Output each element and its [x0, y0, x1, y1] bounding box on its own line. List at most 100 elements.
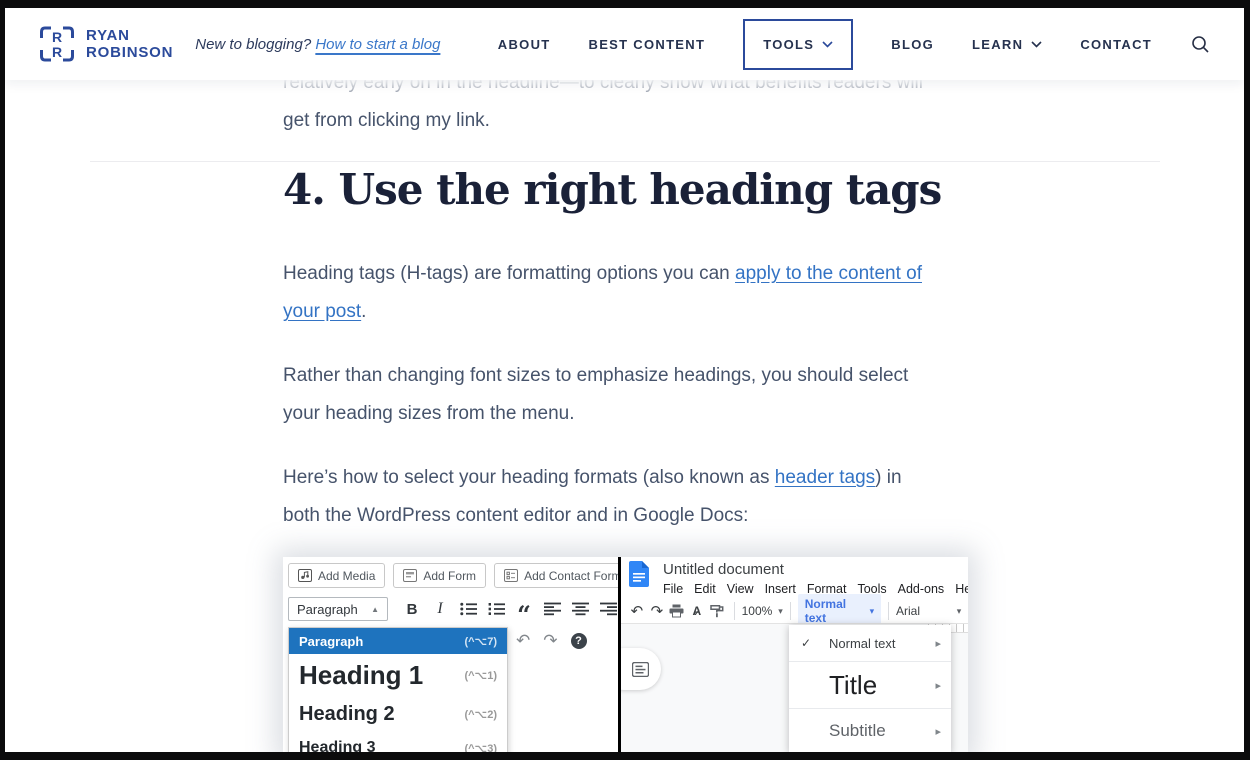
search-icon	[1190, 34, 1210, 54]
text: Here’s how to select your heading format…	[283, 467, 775, 488]
nav-item-blog[interactable]: BLOG	[891, 37, 934, 52]
tagline: New to blogging? How to start a blog	[195, 36, 440, 53]
chevron-down-icon	[1031, 41, 1042, 48]
style-item-title: Title ▸	[789, 662, 951, 708]
toolbar-separator	[790, 602, 791, 620]
menu-addons: Add-ons	[898, 582, 945, 596]
add-form-button: Add Form	[393, 563, 486, 588]
numbered-list-icon	[482, 597, 510, 621]
toolbar-separator	[888, 602, 889, 620]
paragraph-line: your post.	[283, 293, 1003, 331]
item-label: Heading 1	[299, 660, 423, 691]
docs-toolbar: ↶ ↷ A✓ 100% ▾ Norma	[627, 599, 968, 623]
select-value: Paragraph	[297, 602, 358, 617]
media-icon	[298, 569, 312, 582]
paragraph-3: Here’s how to select your heading format…	[283, 459, 1003, 535]
section-heading: 4. Use the right heading tags	[283, 160, 1183, 220]
text: .	[361, 301, 366, 322]
style-item-subtitle: Subtitle ▸	[789, 709, 951, 752]
header-tags-link[interactable]: header tags	[775, 467, 875, 488]
nav-item-learn[interactable]: LEARN	[972, 37, 1042, 52]
zoom-select: 100% ▾	[742, 604, 783, 618]
chevron-down-icon	[822, 41, 833, 48]
logo-wordmark: RYAN ROBINSON	[86, 27, 173, 62]
submenu-arrow-icon: ▸	[935, 637, 941, 650]
main-nav: ABOUT BEST CONTENT TOOLS BLOG LEARN CO	[498, 19, 1152, 70]
dropdown-item-heading2: Heading 2 (^⌥2)	[289, 696, 507, 732]
font-value: Arial	[896, 604, 920, 618]
site-header: R R RYAN ROBINSON New to blogging? How t…	[5, 8, 1244, 80]
browser-frame: R R RYAN ROBINSON New to blogging? How t…	[0, 0, 1250, 760]
item-shortcut: (^⌥3)	[464, 742, 497, 753]
spellcheck-icon: A✓	[687, 604, 707, 618]
zoom-value: 100%	[742, 604, 773, 618]
redo-icon: ↷	[543, 631, 557, 651]
item-label: Heading 3	[299, 739, 375, 752]
blockquote-icon: “	[510, 597, 538, 621]
redo-icon: ↷	[647, 602, 667, 620]
wp-format-dropdown: Paragraph (^⌥7) Heading 1 (^⌥1) Heading …	[288, 627, 508, 752]
paragraph-1: Heading tags (H-tags) are formatting opt…	[283, 255, 1003, 331]
menu-file: File	[663, 582, 683, 596]
paint-format-icon	[707, 604, 727, 618]
nav-label: LEARN	[972, 37, 1023, 52]
search-button[interactable]	[1190, 34, 1210, 54]
help-icon: ?	[571, 633, 587, 649]
paragraph-line: Rather than changing font sizes to empha…	[283, 357, 1003, 395]
chevron-down-icon: ▾	[870, 606, 875, 617]
menu-insert: Insert	[765, 582, 796, 596]
logo-line2: ROBINSON	[86, 44, 173, 61]
svg-text:R: R	[52, 44, 62, 60]
nav-item-best-content[interactable]: BEST CONTENT	[589, 37, 706, 52]
nav-label: BLOG	[891, 37, 934, 52]
start-a-blog-link[interactable]: How to start a blog	[315, 36, 440, 53]
wp-secondary-toolbar: ↶ ↷ ?	[516, 631, 587, 651]
italic-icon: I	[426, 597, 454, 621]
button-label: Add Contact Form	[524, 569, 618, 583]
item-shortcut: (^⌥2)	[464, 708, 497, 721]
item-shortcut: (^⌥7)	[464, 635, 497, 648]
font-select: Arial ▾	[896, 604, 961, 618]
paragraph-line: both the WordPress content editor and in…	[283, 497, 1003, 535]
doc-title: Untitled document	[663, 561, 784, 578]
style-value: Normal text	[805, 597, 864, 625]
nav-item-about[interactable]: ABOUT	[498, 37, 551, 52]
site-logo[interactable]: R R RYAN ROBINSON	[38, 25, 173, 63]
button-label: Add Form	[423, 569, 476, 583]
item-label: Normal text	[829, 636, 895, 651]
apply-content-link[interactable]: apply to the content of	[735, 263, 922, 284]
nav-label: TOOLS	[763, 37, 814, 52]
paragraph-2: Rather than changing font sizes to empha…	[283, 357, 1003, 433]
item-label: Title	[829, 670, 877, 701]
logo-line1: RYAN	[86, 27, 173, 44]
wp-format-toolbar: Paragraph ▲ B I “	[288, 597, 618, 621]
dropdown-item-paragraph: Paragraph (^⌥7)	[289, 628, 507, 654]
submenu-arrow-icon: ▸	[935, 725, 941, 738]
chevron-down-icon: ▾	[957, 606, 962, 617]
logo-icon: R R	[38, 25, 76, 63]
apply-content-link-continued[interactable]: your post	[283, 301, 361, 322]
wordpress-editor-panel: Add Media Add Form	[283, 557, 618, 752]
nav-item-contact[interactable]: CONTACT	[1080, 37, 1152, 52]
bold-icon: B	[398, 597, 426, 621]
nav-item-tools[interactable]: TOOLS	[743, 19, 853, 70]
chevron-down-icon: ▾	[778, 606, 783, 617]
outline-icon	[632, 662, 649, 677]
page: R R RYAN ROBINSON New to blogging? How t…	[5, 8, 1244, 752]
add-media-button: Add Media	[288, 563, 385, 588]
paragraph-line: Here’s how to select your heading format…	[283, 459, 1003, 497]
google-docs-panel: Untitled document File Edit View Insert …	[621, 557, 968, 752]
nav-label: ABOUT	[498, 37, 551, 52]
style-item-normal-text: ✓ Normal text ▸	[789, 625, 951, 661]
add-contact-form-button: Add Contact Form	[494, 563, 618, 588]
toolbar-separator	[734, 602, 735, 620]
svg-text:R: R	[52, 29, 62, 45]
chevron-up-icon: ▲	[371, 605, 379, 614]
undo-icon: ↶	[516, 631, 530, 651]
bullet-list-icon	[454, 597, 482, 621]
check-icon: ✓	[801, 636, 811, 650]
button-label: Add Media	[318, 569, 375, 583]
tagline-prefix: New to blogging?	[195, 36, 315, 53]
paragraph-line: Heading tags (H-tags) are formatting opt…	[283, 255, 1003, 293]
item-label: Subtitle	[829, 721, 886, 741]
